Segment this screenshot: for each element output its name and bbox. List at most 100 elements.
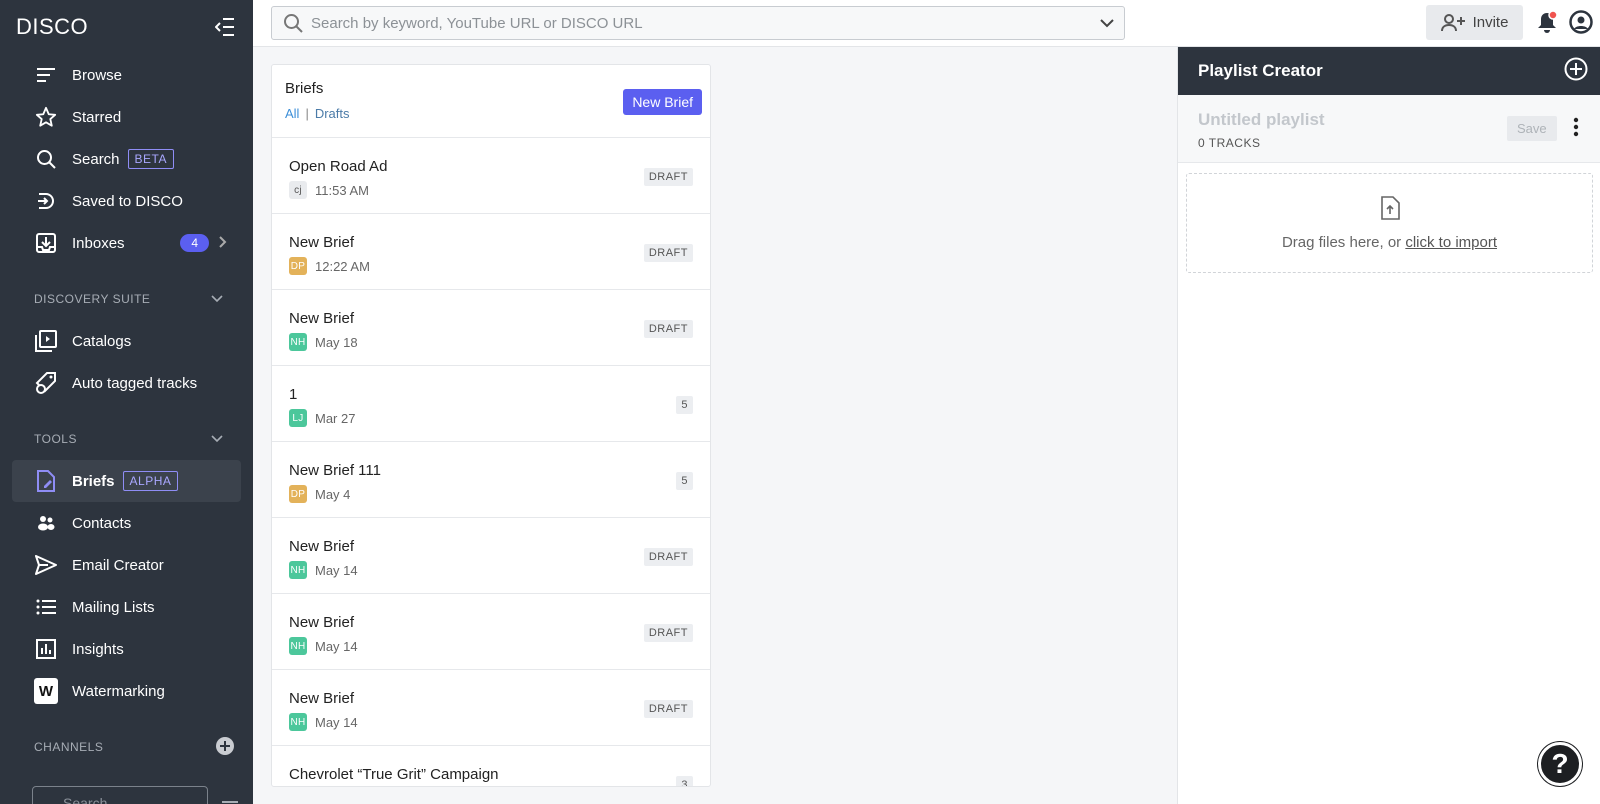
contacts-icon xyxy=(34,511,58,535)
nav-item-email-creator[interactable]: Email Creator xyxy=(0,544,253,586)
brief-meta: DP 12:22 AM xyxy=(289,257,693,275)
brief-time: 11:53 AM xyxy=(315,182,369,198)
brief-row[interactable]: New Brief DP 12:22 AM DRAFT xyxy=(272,214,710,290)
brief-time: May 14 xyxy=(315,714,358,730)
section-tools[interactable]: TOOLS xyxy=(0,418,253,460)
inbox-icon xyxy=(34,231,58,255)
nav-label: Catalogs xyxy=(72,332,132,350)
briefs-panel: Briefs All | Drafts New Brief Open Road … xyxy=(271,64,711,787)
status-badge: DRAFT xyxy=(643,624,693,642)
brief-meta: DP May 4 xyxy=(289,485,693,503)
browse-icon xyxy=(34,63,58,87)
global-search-input[interactable] xyxy=(311,14,1100,32)
nav-label: Auto tagged tracks xyxy=(72,374,198,392)
nav-item-insights[interactable]: Insights xyxy=(0,628,253,670)
playlist-creator-header: Playlist Creator xyxy=(1178,47,1600,95)
nav-label: Mailing Lists xyxy=(72,598,155,616)
status-badge: DRAFT xyxy=(643,700,693,718)
brief-row[interactable]: New Brief NH May 14 DRAFT xyxy=(272,670,710,746)
alpha-tag: ALPHA xyxy=(122,471,179,491)
chart-icon xyxy=(34,637,58,661)
invite-button[interactable]: Invite xyxy=(1426,5,1523,40)
chevron-down-icon[interactable] xyxy=(211,292,223,306)
brief-row[interactable]: New Brief 111 DP May 4 5 xyxy=(272,442,710,518)
brief-meta: NH May 14 xyxy=(289,713,693,731)
add-playlist-icon[interactable] xyxy=(1564,57,1588,86)
nav-label: Watermarking xyxy=(72,682,165,700)
click-to-import-link[interactable]: click to import xyxy=(1405,234,1497,251)
nav-item-starred[interactable]: Starred xyxy=(0,96,253,138)
brief-row[interactable]: Open Road Ad cj 11:53 AM DRAFT xyxy=(272,138,710,214)
section-label: TOOLS xyxy=(34,432,77,446)
filter-icon[interactable] xyxy=(222,796,238,804)
brief-row[interactable]: 1 LJ Mar 27 5 xyxy=(272,366,710,442)
nav-item-briefs[interactable]: Briefs ALPHA xyxy=(12,460,241,502)
chevron-down-icon[interactable] xyxy=(1100,18,1114,28)
brief-title: New Brief xyxy=(289,614,355,631)
global-search[interactable] xyxy=(271,6,1125,40)
nav-item-saved[interactable]: Saved to DISCO xyxy=(0,180,253,222)
account-icon[interactable] xyxy=(1569,10,1593,39)
nav-item-inboxes[interactable]: Inboxes 4 xyxy=(0,222,253,264)
brief-title: New Brief xyxy=(289,310,355,327)
save-button[interactable]: Save xyxy=(1507,116,1557,141)
track-count-badge: 3 xyxy=(676,776,693,786)
filter-separator: | xyxy=(305,106,309,121)
nav-label: Search xyxy=(72,150,120,168)
dropzone-text: Drag files here, or click to import xyxy=(1282,234,1497,251)
avatar: NH xyxy=(289,637,307,655)
brief-time: May 14 xyxy=(315,638,358,654)
chevron-down-icon[interactable] xyxy=(211,432,223,446)
brief-title: New Brief xyxy=(289,538,355,555)
nav-label: Saved to DISCO xyxy=(72,192,183,210)
upload-file-icon xyxy=(1380,195,1400,224)
nav-item-browse[interactable]: Browse xyxy=(0,54,253,96)
section-label: CHANNELS xyxy=(34,740,104,754)
more-options-icon[interactable] xyxy=(1573,117,1579,142)
status-badge: DRAFT xyxy=(643,244,693,262)
avatar: DP xyxy=(289,257,307,275)
brief-time: Mar 27 xyxy=(315,410,356,426)
nav-item-mailing-lists[interactable]: Mailing Lists xyxy=(0,586,253,628)
nav-item-contacts[interactable]: Contacts xyxy=(0,502,253,544)
nav-label: Inboxes xyxy=(72,234,125,252)
nav-main: Browse Starred Search BETA Saved to DISC… xyxy=(0,54,253,264)
channel-search-input[interactable]: Search... xyxy=(32,786,208,804)
section-channels: CHANNELS xyxy=(0,726,253,768)
nav-item-watermarking[interactable]: W Watermarking xyxy=(0,670,253,712)
brief-row[interactable]: New Brief NH May 14 DRAFT xyxy=(272,518,710,594)
logo-row: DISCO xyxy=(0,0,253,54)
beta-tag: BETA xyxy=(127,149,174,169)
disco-logo[interactable]: DISCO xyxy=(16,14,88,40)
avatar: LJ xyxy=(289,409,307,427)
brief-meta: NH May 18 xyxy=(289,333,693,351)
nav-item-search[interactable]: Search BETA xyxy=(0,138,253,180)
add-channel-icon[interactable] xyxy=(215,736,235,759)
chevron-right-icon[interactable] xyxy=(219,235,227,252)
nav-item-catalogs[interactable]: Catalogs xyxy=(0,320,253,362)
nav-label: Browse xyxy=(72,66,123,84)
brief-row[interactable]: New Brief NH May 14 DRAFT xyxy=(272,594,710,670)
brief-time: May 14 xyxy=(315,562,358,578)
inbox-count-badge: 4 xyxy=(180,234,209,252)
filter-drafts-link[interactable]: Drafts xyxy=(315,106,350,121)
invite-label: Invite xyxy=(1472,14,1509,31)
brief-meta: NH May 14 xyxy=(289,561,693,579)
brief-row[interactable]: New Brief NH May 18 DRAFT xyxy=(272,290,710,366)
brief-meta: LJ Mar 27 xyxy=(289,409,693,427)
brief-row[interactable]: Chevrolet “True Grit” Campaign 3 xyxy=(272,746,710,786)
avatar: NH xyxy=(289,561,307,579)
playlist-info: Untitled playlist 0 TRACKS Save xyxy=(1178,95,1600,163)
avatar: NH xyxy=(289,713,307,731)
saved-icon xyxy=(34,189,58,213)
help-button[interactable]: ? xyxy=(1538,742,1582,786)
nav-item-auto-tagged[interactable]: Auto tagged tracks xyxy=(0,362,253,404)
playlist-creator-panel: Playlist Creator Untitled playlist 0 TRA… xyxy=(1177,47,1600,804)
new-brief-button[interactable]: New Brief xyxy=(623,89,702,115)
section-discovery-suite[interactable]: DISCOVERY SUITE xyxy=(0,278,253,320)
collapse-sidebar-icon[interactable] xyxy=(215,17,235,37)
file-dropzone[interactable]: Drag files here, or click to import xyxy=(1186,173,1593,273)
bell-icon[interactable] xyxy=(1536,10,1558,40)
filter-all-link[interactable]: All xyxy=(285,106,299,121)
status-badge: DRAFT xyxy=(643,320,693,338)
